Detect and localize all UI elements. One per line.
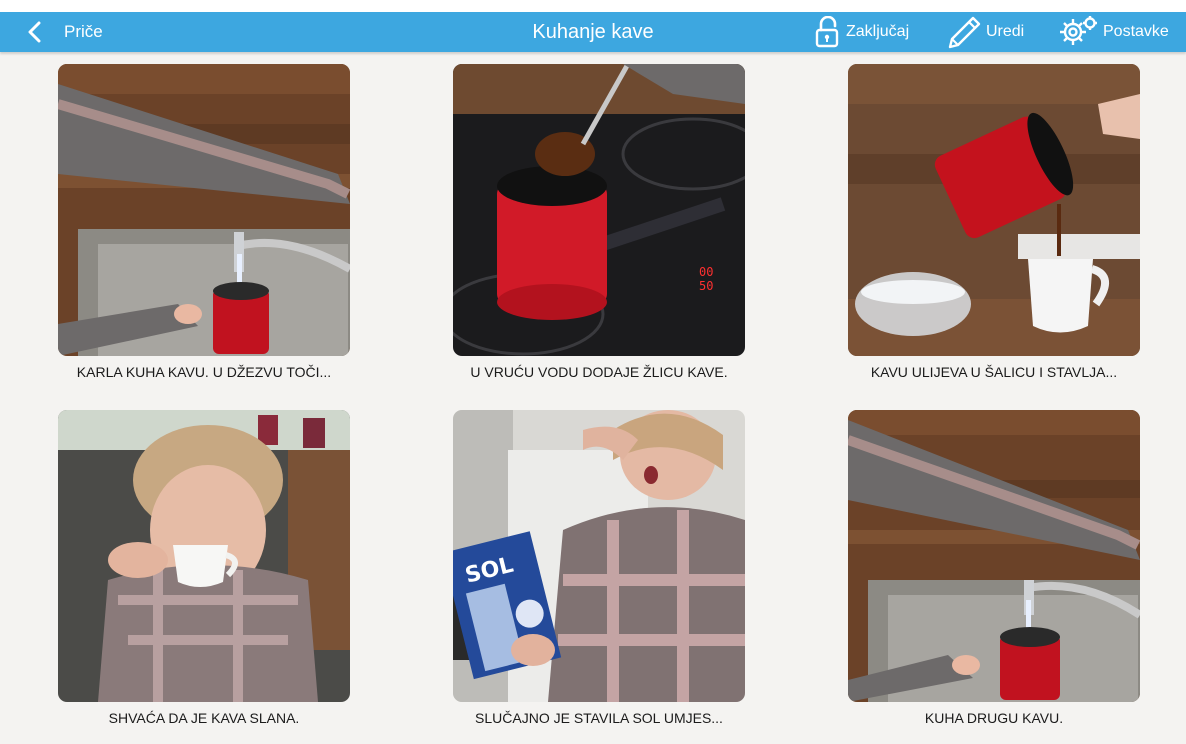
settings-label: Postavke — [1103, 23, 1169, 40]
story-caption: KARLA KUHA KAVU. U DŽEZVU TOČI... — [76, 364, 332, 380]
top-bar: Priče Kuhanje kave Zaključaj Uredi Posta… — [0, 0, 1186, 52]
svg-text:00: 00 — [699, 265, 713, 279]
pencil-icon — [948, 16, 981, 49]
app-header: Priče Kuhanje kave Zaključaj Uredi Posta… — [0, 12, 1186, 52]
story-caption: SLUČAJNO JE STAVILA SOL UMJES... — [475, 710, 723, 726]
story-photo-6 — [848, 410, 1140, 702]
edit-button[interactable]: Uredi — [946, 12, 1024, 52]
story-card-2[interactable]: 00 50 U VRUĆU VODU DODAJE ŽLICU KAVE. — [453, 64, 745, 380]
settings-button[interactable]: Postavke — [1057, 12, 1169, 52]
story-caption: KAVU ULIJEVA U ŠALICU I STAVLJA... — [870, 364, 1118, 380]
story-card-4[interactable]: SHVAĆA DA JE KAVA SLANA. — [58, 410, 350, 726]
photo-second-coffee — [848, 410, 1140, 702]
svg-text:50: 50 — [699, 279, 713, 293]
lock-label: Zaključaj — [846, 23, 910, 40]
back-button[interactable]: Priče — [26, 12, 103, 52]
unlock-icon — [815, 16, 839, 48]
story-photo-1 — [58, 64, 350, 356]
photo-woman-tasting — [58, 410, 350, 702]
story-caption: SHVAĆA DA JE KAVA SLANA. — [108, 710, 300, 726]
chevron-left-icon — [28, 21, 41, 43]
story-card-6[interactable]: KUHA DRUGU KAVU. — [848, 410, 1140, 726]
gears-icon — [1060, 16, 1097, 45]
lock-button[interactable]: Zaključaj — [814, 12, 909, 52]
photo-pot-at-sink — [58, 64, 350, 356]
photo-salt-box: SOL — [453, 410, 745, 702]
photo-pouring-coffee — [848, 64, 1140, 356]
story-photo-5: SOL — [453, 410, 745, 702]
photo-coffee-spoon-stove: 00 50 — [453, 64, 745, 356]
story-card-1[interactable]: KARLA KUHA KAVU. U DŽEZVU TOČI... — [58, 64, 350, 380]
story-card-5[interactable]: SOL SLUČAJNO JE STAVILA SOL UMJES... — [453, 410, 745, 726]
story-caption: U VRUĆU VODU DODAJE ŽLICU KAVE. — [470, 364, 728, 380]
story-caption: KUHA DRUGU KAVU. — [924, 710, 1064, 726]
story-photo-4 — [58, 410, 350, 702]
back-label: Priče — [64, 22, 103, 41]
story-photo-2: 00 50 — [453, 64, 745, 356]
edit-label: Uredi — [986, 23, 1025, 40]
story-photo-3 — [848, 64, 1140, 356]
story-card-3[interactable]: KAVU ULIJEVA U ŠALICU I STAVLJA... — [848, 64, 1140, 380]
